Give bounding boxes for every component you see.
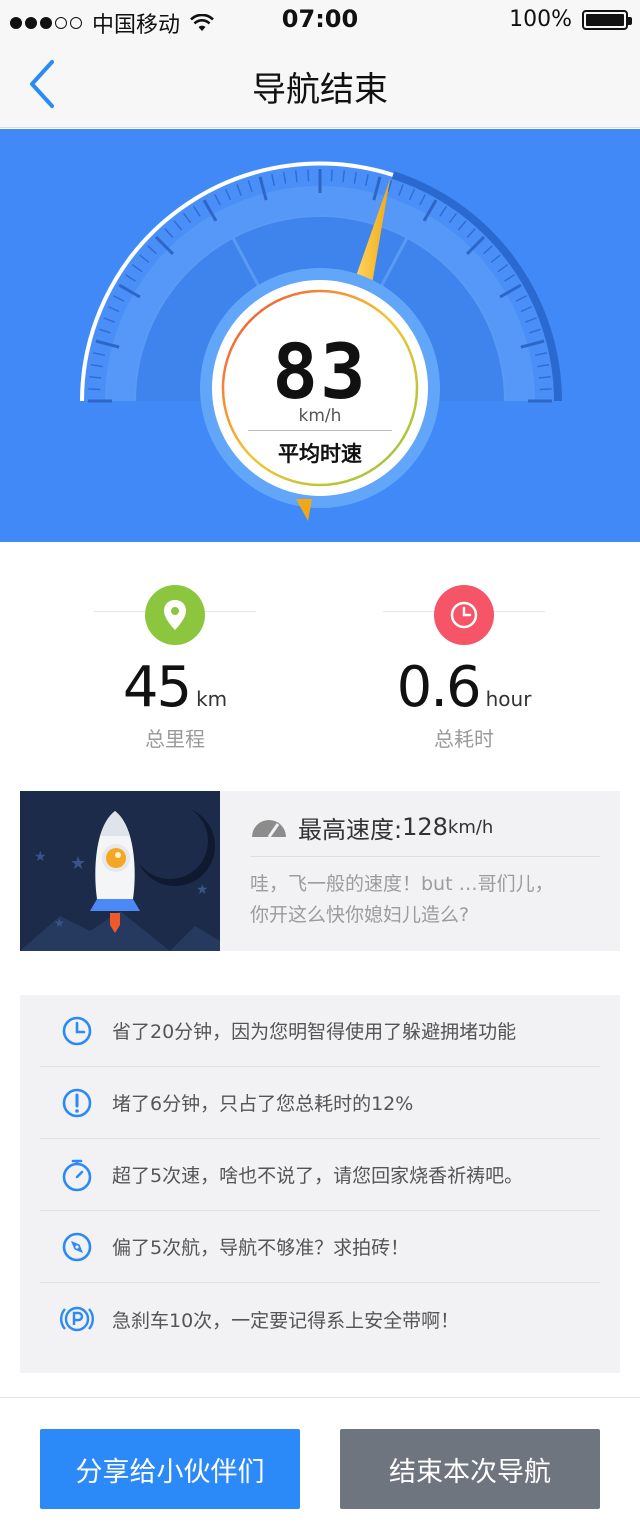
tip-text: 省了20分钟，因为您明智得使用了躲避拥堵功能 — [112, 1021, 517, 1043]
bottom-action-bar: 分享给小伙伴们 结束本次导航 — [0, 1397, 640, 1539]
speed-divider — [248, 430, 392, 431]
driving-tips-list: 省了20分钟，因为您明智得使用了躲避拥堵功能 堵了6分钟，只占了您总耗时的12%… — [20, 995, 620, 1373]
battery-percent: 100% — [509, 7, 572, 32]
status-bar: 中国移动 07:00 100% — [0, 0, 640, 40]
compass-icon — [60, 1230, 94, 1264]
navigation-bar: 导航结束 — [0, 40, 640, 128]
max-speed-comment-line: 你开这么快你媳妇儿造么? — [250, 904, 470, 926]
svg-text:★: ★ — [70, 853, 86, 874]
svg-text:★: ★ — [196, 882, 209, 898]
dial-tick — [307, 169, 310, 182]
average-speed-display: 83 km/h 平均时速 — [222, 290, 418, 486]
total-distance-unit: km — [196, 687, 228, 711]
max-speed-divider — [250, 856, 600, 857]
list-item: 急刹车10次，一定要记得系上安全带啊！ — [40, 1283, 600, 1355]
total-distance-stat: 45 km 总里程 — [15, 585, 335, 755]
total-distance-label: 总里程 — [145, 727, 205, 751]
max-speed-comment: 哇，飞一般的速度！but …哥们儿， 你开这么快你媳妇儿造么? — [250, 869, 600, 931]
rocket-illustration: ★ ★ ★ ★ — [20, 791, 220, 951]
dial-tick — [330, 169, 333, 182]
svg-text:★: ★ — [34, 849, 47, 865]
list-item: 偏了5次航，导航不够准？求拍砖！ — [40, 1211, 600, 1283]
location-pin-icon — [145, 585, 205, 645]
list-item: 超了5次速，啥也不说了，请您回家烧香祈祷吧。 — [40, 1139, 600, 1211]
clock-icon — [434, 585, 494, 645]
total-time-unit: hour — [485, 687, 532, 711]
list-item: 堵了6分钟，只占了您总耗时的12% — [40, 1067, 600, 1139]
speedometer-panel: 83 km/h 平均时速 — [0, 129, 640, 542]
dial-tick — [88, 388, 101, 391]
max-speed-title: 最高速度: — [298, 815, 403, 844]
list-item: 省了20分钟，因为您明智得使用了躲避拥堵功能 — [40, 995, 600, 1067]
clock-icon — [60, 1014, 94, 1048]
total-distance-value: 45 — [122, 655, 192, 720]
total-distance-value-row: 45 km — [15, 655, 335, 720]
max-speed-unit: km/h — [447, 816, 494, 838]
svg-text:★: ★ — [54, 916, 65, 930]
battery-icon — [582, 9, 632, 30]
average-speed-label: 平均时速 — [278, 442, 362, 466]
speedometer-icon — [252, 820, 286, 838]
share-button[interactable]: 分享给小伙伴们 — [40, 1429, 300, 1509]
total-time-value: 0.6 — [396, 655, 482, 720]
max-speed-header: 最高速度: 128 km/h — [250, 811, 494, 844]
end-navigation-button[interactable]: 结束本次导航 — [340, 1429, 600, 1509]
tip-text: 急刹车10次，一定要记得系上安全带啊！ — [112, 1309, 460, 1332]
total-time-value-row: 0.6 hour — [304, 655, 624, 720]
max-speed-value: 128 — [402, 813, 448, 841]
status-right: 100% — [509, 7, 632, 32]
alert-icon — [60, 1086, 94, 1120]
stopwatch-icon — [60, 1158, 94, 1192]
dial-tick — [539, 388, 552, 391]
total-time-label: 总耗时 — [434, 727, 494, 751]
tip-text: 偏了5次航，导航不够准？求拍砖！ — [112, 1237, 410, 1259]
max-speed-comment-line: 哇，飞一般的速度！but …哥们儿， — [250, 873, 554, 895]
average-speed-value: 83 — [272, 327, 368, 416]
max-speed-card: ★ ★ ★ ★ 最高速度: 128 km/h 哇，飞一般的速度！but …哥们儿… — [20, 791, 620, 951]
average-speed-unit: km/h — [298, 406, 342, 426]
tip-text: 堵了6分钟，只占了您总耗时的12% — [112, 1093, 414, 1115]
tip-text: 超了5次速，啥也不说了，请您回家烧香祈祷吧。 — [112, 1165, 524, 1187]
page-title: 导航结束 — [252, 70, 388, 110]
total-time-stat: 0.6 hour 总耗时 — [304, 585, 624, 755]
parking-brake-icon — [60, 1302, 94, 1336]
